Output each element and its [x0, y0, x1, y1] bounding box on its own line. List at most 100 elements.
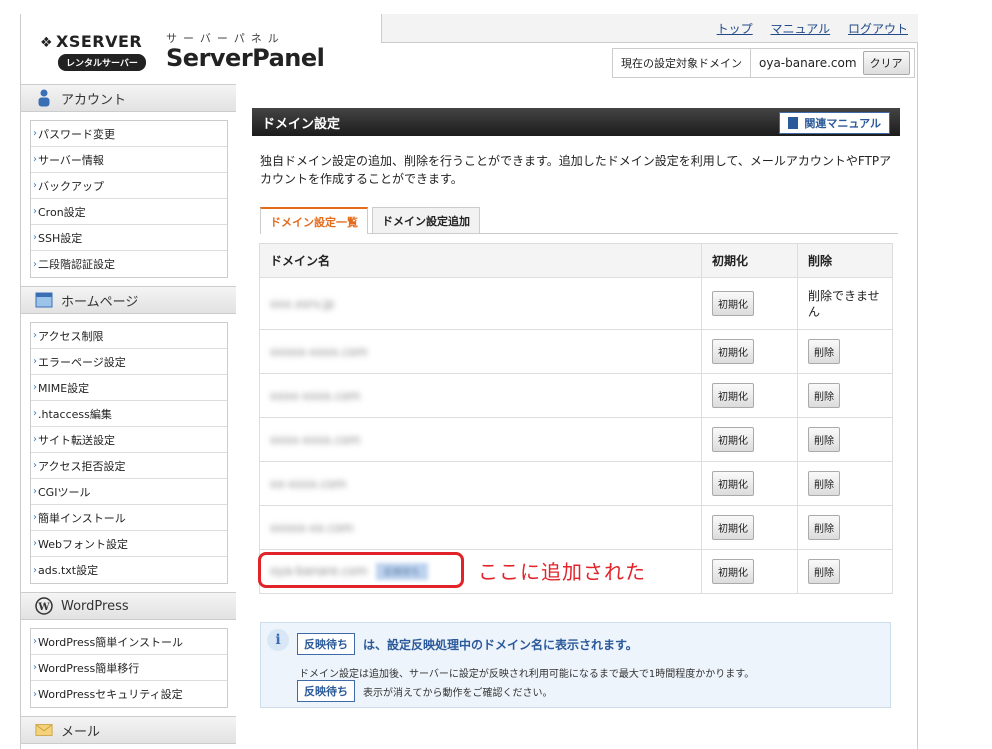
- manual-link[interactable]: マニュアル: [771, 22, 831, 36]
- related-manual-button[interactable]: 関連マニュアル: [779, 112, 890, 134]
- book-icon: [788, 117, 799, 129]
- delete-button[interactable]: 削除: [808, 427, 840, 452]
- domain-cell: xxx.xsrv.jp: [259, 277, 702, 330]
- init-button[interactable]: 初期化: [712, 383, 754, 408]
- chevron-right-icon: ›: [33, 486, 37, 497]
- delete-button[interactable]: 削除: [808, 339, 840, 364]
- sidebar-item[interactable]: › アクセス拒否設定: [31, 453, 227, 479]
- panel-title: ServerPanel: [166, 44, 325, 72]
- init-cell: 初期化: [701, 329, 798, 374]
- sidebar-section-title: WordPress: [61, 598, 129, 614]
- domain-cell: xxxx-xxxx.com: [259, 373, 702, 418]
- sidebar-item[interactable]: › アクセス制限: [31, 323, 227, 349]
- chevron-right-icon: ›: [33, 382, 37, 393]
- rental-badge: レンタルサーバー: [58, 54, 146, 71]
- sidebar-item-label: WordPressセキュリティ設定: [38, 688, 183, 701]
- sidebar-section-homepage[interactable]: ホームページ: [21, 286, 236, 314]
- sidebar-item[interactable]: › .htaccess編集: [31, 401, 227, 427]
- svg-text:W: W: [37, 602, 50, 613]
- chevron-right-icon: ›: [33, 636, 37, 647]
- delete-cell: 削除: [797, 549, 893, 594]
- sidebar-list: › アクセス制限 › エラーページ設定 › MIME設定 › .htaccess編集 › サイト転…: [30, 322, 228, 584]
- sidebar-item[interactable]: › バックアップ: [31, 173, 227, 199]
- chevron-right-icon: ›: [33, 538, 37, 549]
- sidebar-item[interactable]: › Cron設定: [31, 199, 227, 225]
- init-button[interactable]: 初期化: [712, 427, 754, 452]
- pending-badge: 反映待ち: [297, 633, 355, 655]
- main-content: ドメイン設定 関連マニュアル 独自ドメイン設定の追加、削除を行うことができます。…: [252, 108, 900, 594]
- sidebar-item[interactable]: › ads.txt設定: [31, 557, 227, 583]
- page-title-bar: ドメイン設定 関連マニュアル: [252, 108, 900, 136]
- sidebar-section-mail[interactable]: メール: [21, 716, 236, 744]
- init-cell: 初期化: [701, 505, 798, 550]
- delete-button[interactable]: 削除: [808, 559, 840, 584]
- init-button[interactable]: 初期化: [712, 559, 754, 584]
- sidebar-item[interactable]: › パスワード変更: [31, 121, 227, 147]
- current-domain-label: 現在の設定対象ドメイン: [613, 49, 751, 77]
- sidebar-section-wordpress[interactable]: W WordPress: [21, 592, 236, 620]
- domain-name: xx-xxxx.com: [270, 476, 347, 491]
- sidebar-item-label: CGIツール: [38, 485, 91, 499]
- logout-link[interactable]: ログアウト: [848, 22, 908, 36]
- mail-icon: [35, 721, 53, 739]
- sidebar-section-title: アカウント: [61, 92, 127, 108]
- info-line-2: 反映待ち 表示が消えてから動作をご確認ください。: [297, 680, 553, 702]
- sidebar-item-label: バックアップ: [38, 179, 104, 193]
- sidebar-item[interactable]: › WordPressセキュリティ設定: [31, 681, 227, 707]
- chevron-right-icon: ›: [33, 564, 37, 576]
- sidebar-item[interactable]: › サイト転送設定: [31, 427, 227, 453]
- delete-button[interactable]: 削除: [808, 471, 840, 496]
- clear-button[interactable]: クリア: [862, 51, 910, 75]
- init-button[interactable]: 初期化: [712, 515, 754, 540]
- page-description: 独自ドメイン設定の追加、削除を行うことができます。追加したドメイン設定を利用して…: [260, 154, 892, 186]
- sidebar-item-label: エラーページ設定: [38, 355, 126, 369]
- init-cell: 初期化: [701, 417, 798, 462]
- sidebar-item[interactable]: › SSH設定: [31, 225, 227, 251]
- tab-domain-add[interactable]: ドメイン設定追加: [372, 207, 480, 233]
- domain-cell: xxxx-xxxx.com: [259, 417, 702, 462]
- sidebar-item[interactable]: › WordPress簡単インストール: [31, 629, 227, 655]
- sidebar-section-user[interactable]: アカウント: [21, 84, 236, 112]
- table-row: xxxx-xxxx.com 初期化 削除: [259, 417, 893, 462]
- sidebar-item-label: Cron設定: [38, 205, 86, 219]
- sidebar-item-label: MIME設定: [38, 381, 90, 395]
- info-box: i 反映待ち は、設定反映処理中のドメイン名に表示されます。 ドメイン設定は追加後…: [260, 622, 891, 708]
- sidebar-item[interactable]: › 二段階認証設定: [31, 251, 227, 277]
- init-button[interactable]: 初期化: [712, 339, 754, 364]
- xserver-logo[interactable]: ❖ XSERVER: [40, 32, 142, 51]
- tab-domain-list[interactable]: ドメイン設定一覧: [260, 207, 368, 234]
- chevron-right-icon: ›: [33, 688, 37, 700]
- sidebar-item-label: 簡単インストール: [38, 511, 126, 525]
- page-title: ドメイン設定: [262, 116, 341, 132]
- sidebar-item[interactable]: › エラーページ設定: [31, 349, 227, 375]
- domain-cell: xxxxx-xx.com: [259, 505, 702, 550]
- delete-button[interactable]: 削除: [808, 383, 840, 408]
- delete-cell: 削除: [797, 329, 893, 374]
- sidebar-item-label: WordPress簡単インストール: [38, 635, 184, 649]
- sidebar-item-label: ads.txt設定: [38, 564, 99, 577]
- domain-cell: xx-xxxx.com: [259, 461, 702, 506]
- sidebar-item[interactable]: › WordPress簡単移行: [31, 655, 227, 681]
- sidebar-item[interactable]: › 簡単インストール: [31, 505, 227, 531]
- init-button[interactable]: 初期化: [712, 471, 754, 496]
- info-line-1: ドメイン設定は追加後、サーバーに設定が反映され利用可能になるまで最大で1時間程度…: [299, 669, 755, 680]
- delete-button[interactable]: 削除: [808, 515, 840, 540]
- table-row: xxxx-xxxx.com 初期化 削除: [259, 373, 893, 418]
- init-cell: 初期化: [701, 461, 798, 506]
- sidebar-item-label: アクセス拒否設定: [38, 459, 126, 473]
- sidebar-section-title: ホームページ: [61, 294, 139, 310]
- chevron-right-icon: ›: [33, 206, 37, 217]
- homepage-icon: [35, 291, 53, 309]
- sidebar-item[interactable]: › サーバー情報: [31, 147, 227, 173]
- init-button[interactable]: 初期化: [712, 291, 754, 316]
- sidebar-item[interactable]: › Webフォント設定: [31, 531, 227, 557]
- table-row: xx-xxxx.com 初期化 削除: [259, 461, 893, 506]
- sidebar-list: › WordPress簡単インストール › WordPress簡単移行 › WordPre…: [30, 628, 228, 708]
- sidebar-item[interactable]: › MIME設定: [31, 375, 227, 401]
- top-link[interactable]: トップ: [717, 22, 753, 36]
- delete-cell: 削除: [797, 373, 893, 418]
- sidebar-item[interactable]: › CGIツール: [31, 479, 227, 505]
- delete-cell: 削除できません: [797, 277, 893, 330]
- col-domain: ドメイン名: [259, 243, 702, 278]
- cannot-delete-text: 削除できません: [808, 288, 880, 319]
